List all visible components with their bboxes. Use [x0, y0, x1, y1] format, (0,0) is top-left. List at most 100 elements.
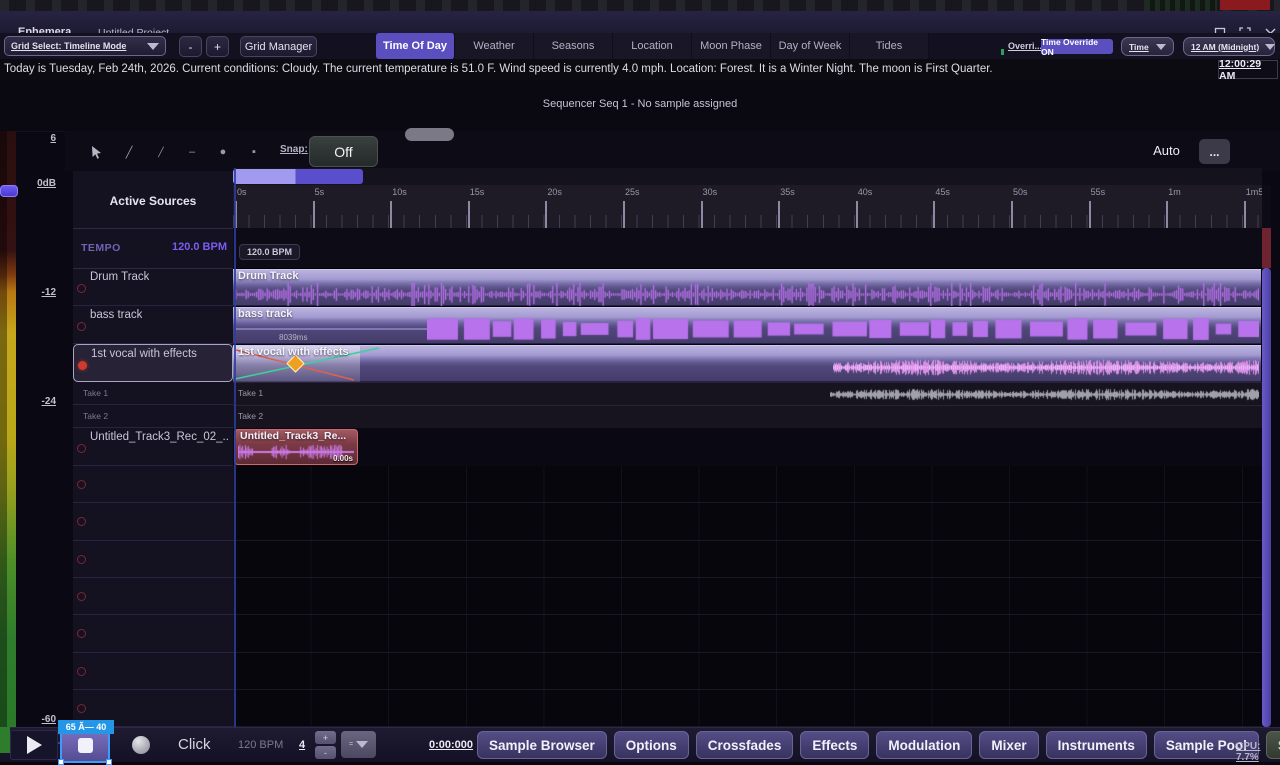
- background-app-strip: [0, 0, 1280, 11]
- more-options-button[interactable]: ...: [1199, 139, 1230, 164]
- dash-tool-icon[interactable]: –: [183, 143, 201, 161]
- tab-location[interactable]: Location: [613, 33, 692, 59]
- time-override-button[interactable]: Time Override ON: [1041, 39, 1113, 54]
- selection-handle[interactable]: [106, 759, 112, 765]
- record-arm-icon[interactable]: [77, 629, 86, 638]
- drum-track-clip[interactable]: Drum Track: [233, 269, 1261, 306]
- track-row-empty-7[interactable]: [73, 503, 233, 541]
- ruler-label-40s: 40s: [858, 187, 873, 197]
- record-arm-icon[interactable]: [77, 592, 86, 601]
- vocal-track-clip[interactable]: 1st vocal with effects: [233, 345, 1261, 382]
- tempo-badge[interactable]: 120.0 BPM: [239, 244, 300, 260]
- record-arm-icon[interactable]: [77, 322, 86, 331]
- record-arm-icon[interactable]: [77, 517, 86, 526]
- track-row-take-1[interactable]: Take 1: [73, 382, 233, 405]
- sample-browser-button[interactable]: Sample Browser: [477, 731, 607, 759]
- instruments-button[interactable]: Instruments: [1046, 731, 1147, 759]
- dimension-tooltip: 65 Ã— 40: [58, 720, 114, 734]
- track-row-empty-9[interactable]: [73, 578, 233, 615]
- line-tool-icon[interactable]: ╱: [152, 143, 170, 161]
- empty-timeline-row[interactable]: [233, 578, 1262, 615]
- square-tool-icon[interactable]: ▪: [245, 143, 263, 161]
- play-button[interactable]: [10, 730, 58, 760]
- selection-handle[interactable]: [58, 759, 64, 765]
- volume-fader-handle[interactable]: [0, 185, 18, 197]
- take-1-lane[interactable]: Take 1: [233, 382, 1262, 405]
- empty-timeline-row[interactable]: [233, 615, 1262, 653]
- beats-value[interactable]: 4: [299, 739, 305, 751]
- record-arm-icon[interactable]: [77, 480, 86, 489]
- tempo-value[interactable]: 120.0 BPM: [172, 241, 227, 253]
- mode-dropdown[interactable]: Time: [1121, 37, 1174, 56]
- mixer-button[interactable]: Mixer: [979, 731, 1038, 759]
- stepper-down-button[interactable]: -: [315, 746, 336, 759]
- bass-track-clip[interactable]: bass track: [233, 307, 1261, 344]
- snap-toggle-button[interactable]: Off: [309, 136, 378, 167]
- options-button[interactable]: Options: [614, 731, 689, 759]
- tempo-lane[interactable]: 120.0 BPM: [233, 228, 1262, 269]
- empty-timeline-row[interactable]: [233, 541, 1262, 578]
- tab-seasons[interactable]: Seasons: [534, 33, 613, 59]
- tab-tides[interactable]: Tides: [850, 33, 929, 59]
- active-sources-header: Active Sources: [73, 174, 233, 229]
- take-2-lane[interactable]: Take 2: [233, 405, 1262, 428]
- record-arm-icon[interactable]: [77, 704, 86, 713]
- track-row-drum-track[interactable]: Drum Track: [73, 268, 233, 306]
- modulation-button[interactable]: Modulation: [876, 731, 972, 759]
- pencil-tool-icon[interactable]: ╱: [120, 143, 138, 161]
- chevron-down-icon: [147, 43, 159, 50]
- time-dropdown[interactable]: 12 AM (Midnight): [1183, 37, 1275, 56]
- tab-day-of-week[interactable]: Day of Week: [771, 33, 850, 59]
- track-row-empty-6[interactable]: [73, 466, 233, 503]
- timeline-zoom-track[interactable]: [233, 168, 1262, 185]
- track-row-empty-8[interactable]: [73, 541, 233, 578]
- track-row-take-2[interactable]: Take 2: [73, 405, 233, 428]
- empty-timeline-row[interactable]: [233, 503, 1262, 541]
- untitled-clip[interactable]: Untitled_Track3_Re... 0.00s: [234, 429, 358, 465]
- track-row-empty-10[interactable]: [73, 615, 233, 653]
- playhead[interactable]: [234, 168, 236, 727]
- track-row-1st-vocal-with-effects[interactable]: 1st vocal with effects: [73, 344, 233, 382]
- track-row-untitled-track3-rec-02[interactable]: Untitled_Track3_Rec_02_...: [73, 428, 233, 466]
- tab-weather[interactable]: Weather: [455, 33, 534, 59]
- time-signature-dropdown[interactable]: =: [341, 731, 376, 758]
- clock[interactable]: 12:00:29 AM: [1218, 60, 1278, 79]
- record-arm-icon[interactable]: [77, 444, 86, 453]
- override-link[interactable]: Overri...: [1008, 41, 1042, 51]
- tab-moon-phase[interactable]: Moon Phase: [692, 33, 771, 59]
- record-arm-icon[interactable]: [77, 667, 86, 676]
- crossfades-button[interactable]: Crossfades: [696, 731, 794, 759]
- record-arm-icon[interactable]: [77, 555, 86, 564]
- effects-button[interactable]: Effects: [800, 731, 869, 759]
- vertical-scrollbar-marker: [1262, 228, 1271, 268]
- beats-stepper: + -: [315, 731, 336, 759]
- grid-manager-button[interactable]: Grid Manager: [240, 36, 317, 57]
- record-arm-icon[interactable]: [77, 284, 86, 293]
- track-row-bass-track[interactable]: bass track: [73, 306, 233, 344]
- grid-select-dropdown[interactable]: Grid Select: Timeline Mode: [4, 36, 166, 56]
- stepper-up-button[interactable]: +: [315, 731, 336, 744]
- auto-button[interactable]: Auto: [1139, 137, 1194, 164]
- record-button[interactable]: [118, 730, 164, 760]
- tempo-row[interactable]: TEMPO 120.0 BPM: [73, 228, 233, 269]
- timeline-drag-handle[interactable]: [405, 128, 454, 141]
- time-ruler[interactable]: 0s5s10s15s20s25s30s35s40s45s50s55s1m1m5s: [233, 185, 1262, 229]
- timeline-area[interactable]: 0s5s10s15s20s25s30s35s40s45s50s55s1m1m5s…: [233, 168, 1262, 727]
- cursor-tool-icon[interactable]: [88, 143, 106, 161]
- empty-timeline-row[interactable]: [233, 466, 1262, 503]
- transport-time-display[interactable]: 0:00:000: [429, 739, 473, 751]
- record-arm-icon[interactable]: [78, 361, 87, 370]
- click-label[interactable]: Click: [178, 736, 211, 753]
- dot-tool-icon[interactable]: ●: [214, 143, 232, 161]
- vertical-scrollbar-thumb[interactable]: [1262, 268, 1271, 727]
- zoom-out-button[interactable]: -: [179, 36, 202, 57]
- tab-time-of-day[interactable]: Time Of Day: [376, 33, 455, 59]
- track-row-empty-11[interactable]: [73, 653, 233, 690]
- equals-icon: =: [349, 741, 353, 748]
- timeline-zoom-bar[interactable]: [233, 169, 363, 184]
- zoom-in-button[interactable]: +: [206, 36, 229, 57]
- empty-timeline-row[interactable]: [233, 690, 1262, 727]
- empty-timeline-row[interactable]: [233, 653, 1262, 690]
- transport-bpm-label[interactable]: 120 BPM: [238, 739, 283, 751]
- untitled-track-lane[interactable]: Untitled_Track3_Re... 0.00s: [233, 428, 1262, 466]
